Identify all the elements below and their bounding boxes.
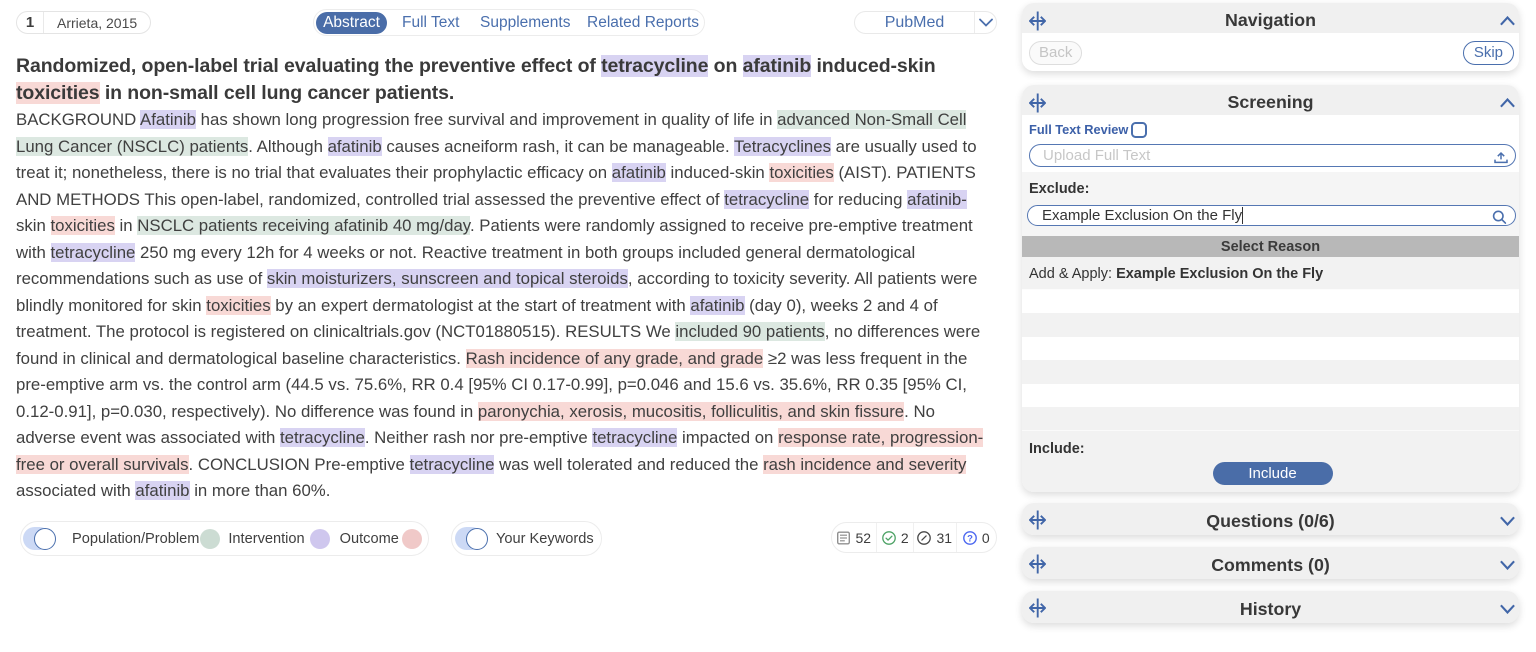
svg-text:?: ? [967,533,973,544]
